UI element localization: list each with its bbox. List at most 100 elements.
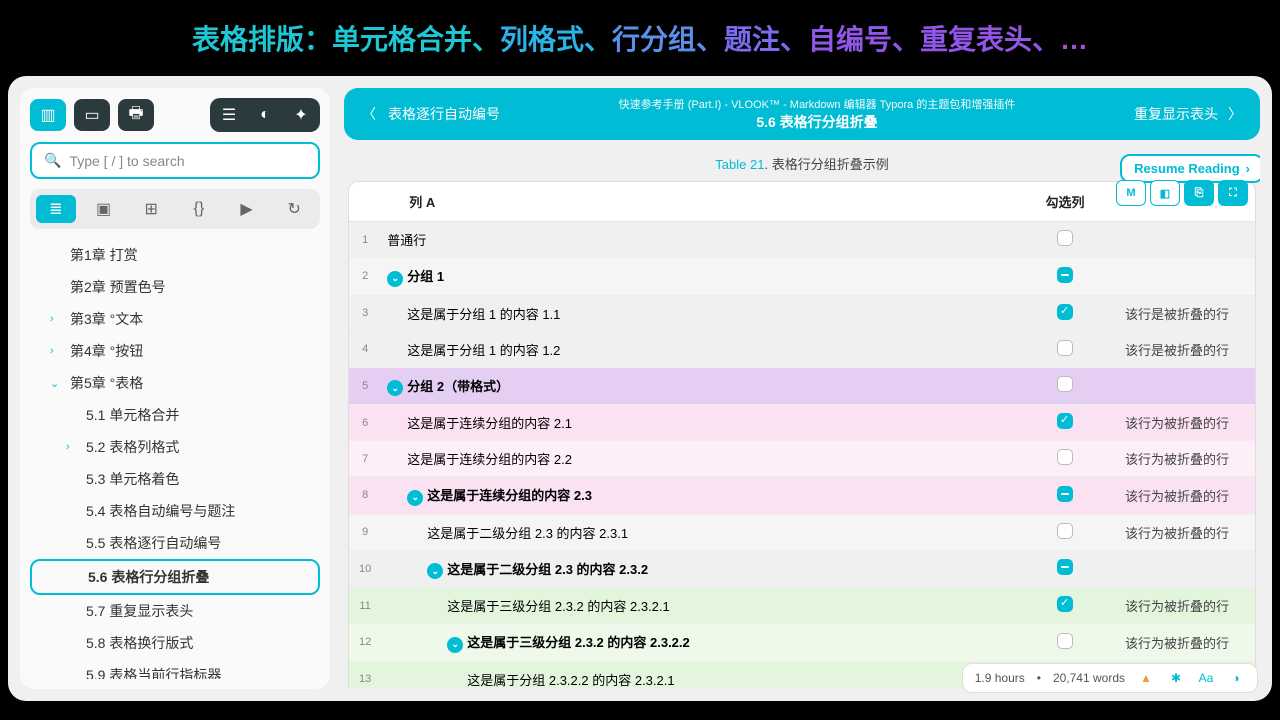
row-text: 这是属于连续分组的内容 2.2	[381, 441, 1015, 477]
status-time: 1.9 hours	[975, 671, 1025, 685]
row-text: 这是属于连续分组的内容 2.1	[381, 405, 1015, 441]
toc-item[interactable]: 5.3 单元格着色	[30, 463, 320, 495]
row-text: 这是属于三级分组 2.3.2 的内容 2.3.2.1	[381, 588, 1015, 624]
row-note	[1115, 550, 1255, 588]
column-header-check: 勾选列	[1015, 182, 1115, 222]
breadcrumb-bar: 〈 表格逐行自动编号 快速参考手册 (Part.I) - VLOOK™ - Ma…	[344, 88, 1260, 140]
row-text: ⌄这是属于连续分组的内容 2.3	[381, 477, 1015, 515]
checkbox[interactable]	[1057, 596, 1073, 612]
checkbox[interactable]	[1057, 340, 1073, 356]
doc-subtitle: 快速参考手册 (Part.I) - VLOOK™ - Markdown 编辑器 …	[500, 96, 1134, 112]
toc-item[interactable]: 5.8 表格换行版式	[30, 627, 320, 659]
toc-item[interactable]: ›第4章 °按钮	[30, 335, 320, 367]
toc-item[interactable]: 第2章 预置色号	[30, 271, 320, 303]
table-row: 10⌄这是属于二级分组 2.3 的内容 2.3.2	[349, 550, 1255, 588]
row-note: 该行是被折叠的行	[1115, 331, 1255, 367]
toc: 第1章 打赏第2章 预置色号›第3章 °文本›第4章 °按钮⌄第5章 °表格5.…	[30, 239, 320, 679]
expand-icon[interactable]: ⌄	[407, 490, 423, 506]
row-note: 该行是被折叠的行	[1115, 295, 1255, 331]
row-number: 1	[349, 222, 381, 258]
toc-item[interactable]: 5.5 表格逐行自动编号	[30, 527, 320, 559]
toc-item[interactable]: 第1章 打赏	[30, 239, 320, 271]
expand-icon[interactable]: ⌄	[387, 380, 403, 396]
forward-icon[interactable]: 〉	[1228, 104, 1242, 124]
row-number: 2	[349, 258, 381, 296]
font-icon[interactable]: Aa	[1197, 669, 1215, 687]
doc-title: 5.6 表格行分组折叠	[500, 112, 1134, 132]
toc-item[interactable]: 5.9 表格当前行指标器	[30, 659, 320, 679]
row-note: 该行为被折叠的行	[1115, 514, 1255, 550]
sidebar: ▥ ▭ 🖶 ☰ ◐ ✦ 🔍 Type [ / ] to search ≣ ▣ ⊞…	[20, 88, 330, 689]
toc-item[interactable]: ›第3章 °文本	[30, 303, 320, 335]
row-note	[1115, 258, 1255, 296]
network-icon[interactable]: ✱	[1167, 669, 1185, 687]
row-number: 9	[349, 514, 381, 550]
next-section-link[interactable]: 重复显示表头	[1134, 104, 1218, 124]
row-number: 7	[349, 441, 381, 477]
row-note: 该行为被折叠的行	[1115, 624, 1255, 662]
row-text: 这是属于分组 1 的内容 1.1	[381, 295, 1015, 331]
tool-img-icon[interactable]: ◧	[1150, 180, 1180, 206]
checkbox[interactable]	[1057, 376, 1073, 392]
nav-map-button[interactable]: ▥	[30, 99, 66, 131]
checkbox[interactable]	[1057, 449, 1073, 465]
filter-table-icon[interactable]: ⊞	[131, 195, 171, 223]
tool-copy-icon[interactable]: ⎘	[1184, 180, 1214, 206]
back-icon[interactable]: 〈	[362, 104, 376, 124]
page-title: 表格排版：单元格合并、列格式、行分组、题注、自编号、重复表头、…	[0, 0, 1280, 76]
archive-button[interactable]: ▭	[74, 99, 110, 131]
filter-image-icon[interactable]: ▣	[84, 195, 124, 223]
expand-icon[interactable]: ⌄	[447, 637, 463, 653]
prev-section-link[interactable]: 表格逐行自动编号	[388, 104, 500, 124]
tool-expand-icon[interactable]: ⛶	[1218, 180, 1248, 206]
toc-item[interactable]: 5.4 表格自动编号与题注	[30, 495, 320, 527]
filter-list-icon[interactable]: ≣	[36, 195, 76, 223]
row-note: 该行为被折叠的行	[1115, 477, 1255, 515]
print-button[interactable]: 🖶	[118, 99, 154, 131]
list-icon[interactable]: ☰	[214, 102, 244, 128]
data-table: 列 A 勾选列 1普通行2⌄分组 13这是属于分组 1 的内容 1.1该行是被折…	[349, 182, 1255, 689]
search-input[interactable]: 🔍 Type [ / ] to search	[30, 142, 320, 179]
row-number: 5	[349, 367, 381, 405]
row-text: 普通行	[381, 222, 1015, 258]
checkbox[interactable]	[1057, 304, 1073, 320]
toc-item[interactable]: 5.6 表格行分组折叠	[30, 559, 320, 595]
row-text: ⌄这是属于二级分组 2.3 的内容 2.3.2	[381, 550, 1015, 588]
row-text: ⌄这是属于三级分组 2.3.2 的内容 2.3.2.2	[381, 624, 1015, 662]
tool-md-icon[interactable]: M	[1116, 180, 1146, 206]
table-row: 1普通行	[349, 222, 1255, 258]
checkbox[interactable]	[1057, 413, 1073, 429]
toc-item[interactable]: 5.1 单元格合并	[30, 399, 320, 431]
table-row: 5⌄分组 2（带格式）	[349, 367, 1255, 405]
toc-item[interactable]: ›5.2 表格列格式	[30, 431, 320, 463]
checkbox[interactable]	[1057, 267, 1073, 283]
checkbox[interactable]	[1057, 523, 1073, 539]
table-row: 12⌄这是属于三级分组 2.3.2 的内容 2.3.2.2该行为被折叠的行	[349, 624, 1255, 662]
expand-icon[interactable]: ⌄	[387, 271, 403, 287]
row-note	[1115, 367, 1255, 405]
theme-icon[interactable]: ◑	[1227, 669, 1245, 687]
row-number: 8	[349, 477, 381, 515]
checkbox[interactable]	[1057, 230, 1073, 246]
filter-tabs: ≣ ▣ ⊞ {} ▶ ↻	[30, 189, 320, 229]
checkbox[interactable]	[1057, 559, 1073, 575]
expand-icon[interactable]: ⌄	[427, 563, 443, 579]
table-row: 2⌄分组 1	[349, 258, 1255, 296]
contrast-icon[interactable]: ◐	[250, 102, 280, 128]
filter-code-icon[interactable]: {}	[179, 195, 219, 223]
filter-history-icon[interactable]: ↻	[274, 195, 314, 223]
toc-item[interactable]: 5.7 重复显示表头	[30, 595, 320, 627]
column-header-a: 列 A	[381, 182, 1015, 222]
table-row: 4这是属于分组 1 的内容 1.2该行是被折叠的行	[349, 331, 1255, 367]
filter-media-icon[interactable]: ▶	[227, 195, 267, 223]
search-icon: 🔍	[44, 152, 61, 169]
checkbox[interactable]	[1057, 633, 1073, 649]
toc-item[interactable]: ⌄第5章 °表格	[30, 367, 320, 399]
resume-reading-button[interactable]: Resume Reading›	[1120, 154, 1260, 183]
row-note	[1115, 222, 1255, 258]
row-note: 该行为被折叠的行	[1115, 441, 1255, 477]
magic-icon[interactable]: ✦	[286, 102, 316, 128]
row-number: 6	[349, 405, 381, 441]
checkbox[interactable]	[1057, 486, 1073, 502]
warning-icon[interactable]: ▲	[1137, 669, 1155, 687]
